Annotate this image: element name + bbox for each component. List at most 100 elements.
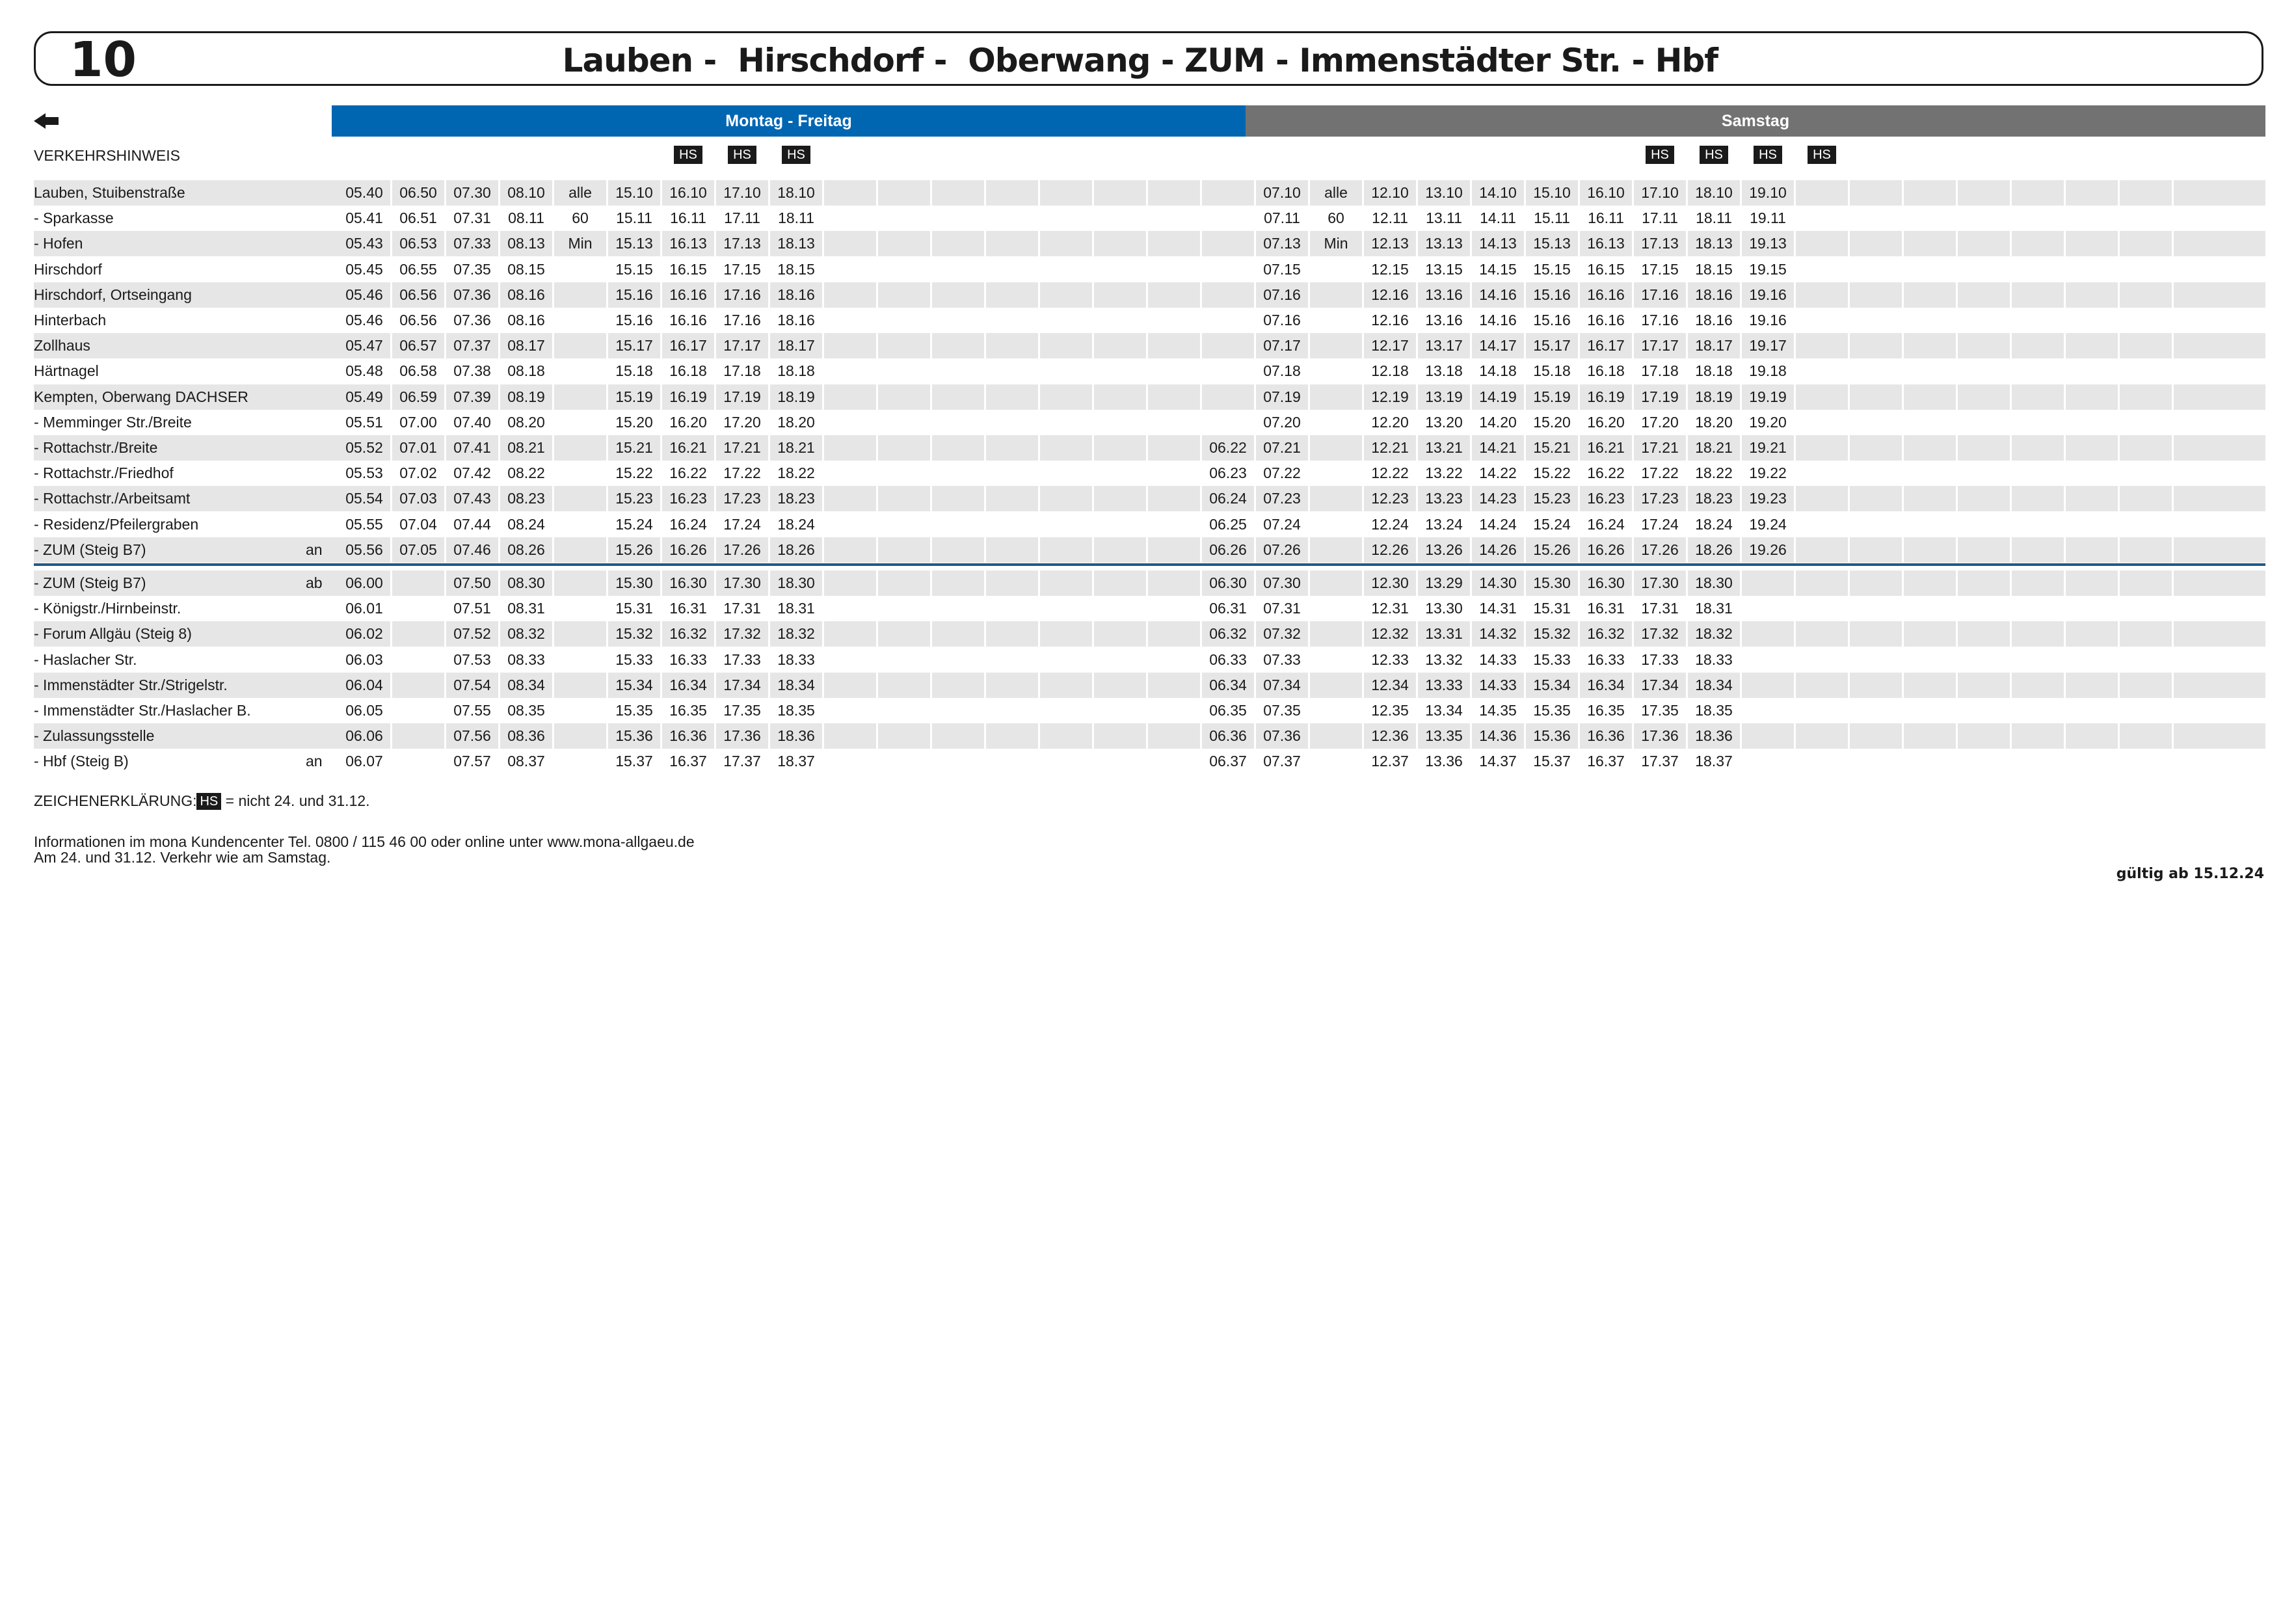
time-cell	[932, 749, 986, 775]
time-cell	[1148, 596, 1202, 622]
time-cell: 07.02	[392, 461, 446, 487]
time-cell: 17.22	[716, 461, 770, 487]
time-cell: 06.51	[392, 206, 446, 232]
time-cell: 14.23	[1472, 486, 1526, 512]
time-cell	[2012, 461, 2066, 487]
time-cell	[1040, 358, 1094, 384]
time-cell: 12.22	[1364, 461, 1418, 487]
time-cell: 05.45	[338, 256, 392, 282]
time-cell	[1148, 647, 1202, 673]
time-cell	[932, 596, 986, 622]
time-cell: 12.19	[1364, 384, 1418, 410]
time-cell	[2066, 596, 2120, 622]
time-cell	[824, 282, 878, 308]
time-cell	[1148, 723, 1202, 749]
time-cell	[824, 486, 878, 512]
stop-name: - Zulassungsstelle	[34, 727, 155, 745]
time-cell	[1796, 384, 1850, 410]
time-cell: 17.15	[1634, 256, 1688, 282]
time-cell	[1310, 698, 1364, 723]
time-cell: 05.49	[338, 384, 392, 410]
time-cell: 16.34	[662, 672, 716, 698]
time-cell	[2066, 282, 2120, 308]
time-cell: 16.32	[662, 621, 716, 647]
time-cell	[2012, 435, 2066, 461]
time-cell: 17.35	[716, 698, 770, 723]
time-cell: 08.17	[500, 333, 554, 359]
time-cell: 15.16	[1526, 282, 1580, 308]
arrival-departure-flag: ab	[306, 574, 323, 591]
time-cell	[1094, 647, 1148, 673]
time-cell	[2066, 409, 2120, 435]
time-cell: 18.19	[1688, 384, 1742, 410]
time-cell: 17.16	[1634, 282, 1688, 308]
time-cell: 15.19	[608, 384, 662, 410]
time-cell: 15.34	[608, 672, 662, 698]
time-cell: 05.55	[338, 511, 392, 537]
time-cell	[2066, 358, 2120, 384]
time-cell: 14.17	[1472, 333, 1526, 359]
stop-name: Lauben, Stuibenstraße	[34, 184, 185, 201]
time-cell	[2012, 206, 2066, 232]
time-cell: 15.26	[1526, 537, 1580, 563]
time-cell	[2066, 723, 2120, 749]
time-cell	[2120, 672, 2174, 698]
time-cell: alle	[1310, 180, 1364, 206]
time-cell	[878, 570, 932, 596]
time-cell	[2012, 231, 2066, 257]
stop-name: - Haslacher Str.	[34, 650, 137, 668]
time-cell	[2120, 409, 2174, 435]
table-row: Hinterbach 05.46 06.56 07.36 08.16 15.16 16.16…	[34, 308, 2265, 333]
stop-name: - Forum Allgäu (Steig 8)	[34, 625, 192, 643]
time-cell: 17.20	[716, 409, 770, 435]
time-cell	[2066, 308, 2120, 333]
time-cell: 07.33	[446, 231, 500, 257]
time-cell	[986, 511, 1040, 537]
time-cell: 13.16	[1418, 308, 1472, 333]
time-cell	[554, 435, 608, 461]
time-cell: 16.34	[1580, 672, 1634, 698]
time-cell	[2066, 511, 2120, 537]
time-cell	[1796, 621, 1850, 647]
time-cell	[1094, 698, 1148, 723]
time-cell: 15.22	[1526, 461, 1580, 487]
time-cell	[1310, 308, 1364, 333]
time-cell	[1904, 461, 1958, 487]
time-cell: 16.35	[662, 698, 716, 723]
time-cell	[1850, 435, 1904, 461]
time-cell	[878, 409, 932, 435]
time-cell: 07.50	[446, 570, 500, 596]
time-cell: 14.35	[1472, 698, 1526, 723]
time-cell	[1796, 333, 1850, 359]
time-cell: 16.35	[1580, 698, 1634, 723]
table-row: - Zulassungsstelle 06.06 07.56 08.36 15.36 16…	[34, 723, 2265, 749]
time-cell	[1742, 749, 1796, 775]
time-cell: 18.19	[770, 384, 824, 410]
time-cell	[1094, 596, 1148, 622]
time-cell: 07.57	[446, 749, 500, 775]
time-cell	[1310, 596, 1364, 622]
time-cell: 05.40	[338, 180, 392, 206]
time-cell: 17.34	[716, 672, 770, 698]
hs-badge: HS	[1808, 146, 1836, 164]
table-row: - Immenstädter Str./Strigelstr. 06.04 07.5…	[34, 672, 2265, 698]
time-cell: 17.13	[1634, 231, 1688, 257]
time-cell	[2012, 570, 2066, 596]
time-cell	[2066, 621, 2120, 647]
time-cell	[1310, 435, 1364, 461]
time-cell: 13.11	[1418, 206, 1472, 232]
time-cell: 19.19	[1742, 384, 1796, 410]
time-cell: 16.17	[662, 333, 716, 359]
left-arrow-icon[interactable]	[34, 105, 60, 135]
time-cell	[1040, 723, 1094, 749]
time-cell: 06.05	[338, 698, 392, 723]
time-cell: 15.30	[608, 570, 662, 596]
time-cell: 14.36	[1472, 723, 1526, 749]
time-cell: 18.26	[1688, 537, 1742, 563]
time-cell	[824, 621, 878, 647]
time-cell	[1958, 409, 2012, 435]
time-cell: 18.16	[770, 282, 824, 308]
time-cell	[2120, 231, 2174, 257]
time-cell: 07.39	[446, 384, 500, 410]
time-cell: 15.22	[608, 461, 662, 487]
